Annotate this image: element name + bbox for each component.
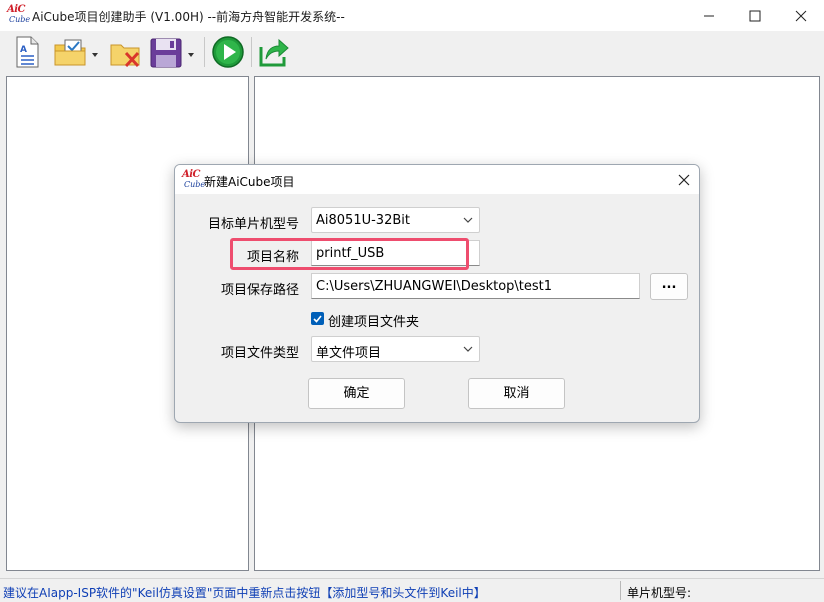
chevron-down-icon [463, 217, 473, 223]
project-path-value: C:\Users\ZHUANGWEI\Desktop\test1 [316, 279, 553, 294]
close-button[interactable] [778, 0, 824, 31]
toolbar-separator [251, 37, 252, 67]
window-title: AiCube项目创建助手 (V1.00H) --前海方舟智能开发系统-- [32, 10, 345, 24]
dialog-close-button[interactable] [672, 168, 696, 192]
delete-project-button[interactable] [109, 35, 141, 69]
app-logo: AiC Cube [7, 4, 31, 26]
close-icon [795, 10, 807, 22]
project-type-label: 项目文件类型 [220, 346, 299, 361]
toolbar-separator [204, 37, 205, 67]
export-icon [259, 38, 289, 67]
dialog-title: 新建AiCube项目 [204, 175, 295, 189]
save-button[interactable] [149, 35, 199, 69]
ok-button[interactable]: 确定 [308, 378, 405, 409]
new-project-icon: A [16, 36, 39, 68]
browse-button[interactable]: ... [650, 273, 688, 300]
status-message: 建议在AIapp-ISP软件的"Keil仿真设置"页面中重新点击按钮【添加型号和… [3, 586, 486, 600]
project-path-input[interactable]: C:\Users\ZHUANGWEI\Desktop\test1 [311, 273, 640, 299]
create-folder-checkbox[interactable] [311, 312, 324, 325]
chevron-down-icon [463, 346, 473, 352]
maximize-icon [749, 10, 761, 22]
dialog-logo: AiC Cube [182, 169, 206, 191]
run-icon [212, 36, 244, 68]
mcu-model-value: Ai8051U-32Bit [316, 213, 410, 228]
highlight-box [230, 238, 469, 270]
open-project-icon [54, 39, 98, 66]
status-mcu-label: 单片机型号: [627, 586, 692, 600]
logo-top-text: AiC [7, 4, 26, 15]
project-type-value: 单文件项目 [316, 346, 382, 361]
title-bar: AiC Cube AiCube项目创建助手 (V1.00H) --前海方舟智能开… [0, 0, 824, 31]
logo-top-text: AiC [182, 169, 201, 180]
open-project-button[interactable] [53, 35, 101, 69]
project-type-select[interactable]: 单文件项目 [311, 336, 480, 362]
run-button[interactable] [211, 35, 245, 69]
export-button[interactable] [258, 35, 290, 69]
checkmark-icon [313, 315, 322, 323]
mcu-model-select[interactable]: Ai8051U-32Bit [311, 207, 480, 233]
new-project-button[interactable]: A [12, 35, 42, 69]
minimize-button[interactable] [686, 0, 732, 31]
maximize-button[interactable] [732, 0, 778, 31]
minimize-icon [704, 15, 714, 17]
project-path-label: 项目保存路径 [220, 283, 299, 298]
close-icon [678, 174, 690, 186]
save-icon [150, 38, 194, 68]
svg-text:A: A [20, 45, 27, 55]
toolbar: A [0, 31, 824, 74]
status-divider [620, 581, 621, 600]
logo-bottom-text: Cube [9, 15, 31, 24]
cancel-button[interactable]: 取消 [468, 378, 565, 409]
status-bar: 建议在AIapp-ISP软件的"Keil仿真设置"页面中重新点击按钮【添加型号和… [0, 578, 824, 602]
create-folder-label[interactable]: 创建项目文件夹 [328, 311, 419, 330]
main-window: AiC Cube AiCube项目创建助手 (V1.00H) --前海方舟智能开… [0, 0, 824, 602]
logo-bottom-text: Cube [184, 180, 206, 189]
mcu-model-label: 目标单片机型号 [207, 217, 299, 232]
delete-project-icon [110, 44, 140, 68]
dialog-title-bar: AiC Cube 新建AiCube项目 [175, 165, 699, 194]
new-project-dialog: AiC Cube 新建AiCube项目 目标单片机型号 Ai8051U-32Bi… [174, 164, 700, 423]
